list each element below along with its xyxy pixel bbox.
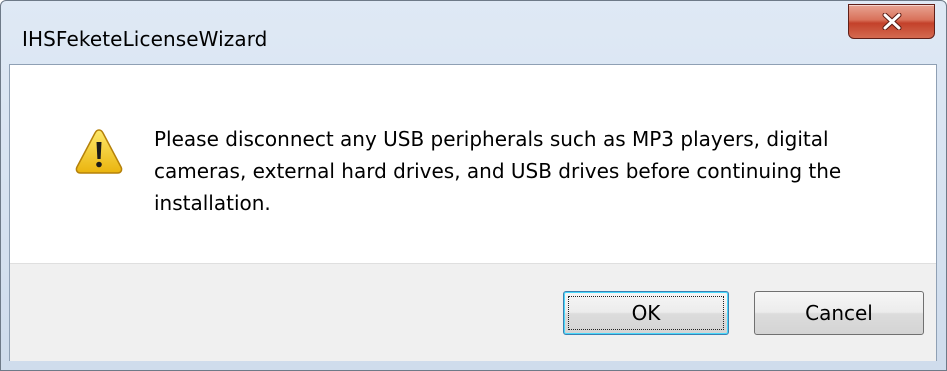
focus-rectangle (568, 296, 724, 330)
dialog-window: IHSFeketeLicenseWizard Please disconnect… (0, 0, 947, 371)
ok-button[interactable]: OK (563, 291, 729, 335)
dialog-client-area: Please disconnect any USB peripherals su… (9, 64, 937, 361)
window-title: IHSFeketeLicenseWizard (22, 27, 268, 51)
message-area: Please disconnect any USB peripherals su… (10, 65, 936, 263)
close-icon (882, 13, 902, 30)
button-bar: OK Cancel (10, 263, 936, 361)
title-bar[interactable]: IHSFeketeLicenseWizard (1, 1, 946, 64)
cancel-button-label: Cancel (805, 301, 873, 325)
cancel-button[interactable]: Cancel (754, 291, 924, 335)
dialog-message: Please disconnect any USB peripherals su… (154, 127, 842, 215)
warning-icon (75, 129, 123, 174)
close-button[interactable] (848, 4, 935, 39)
